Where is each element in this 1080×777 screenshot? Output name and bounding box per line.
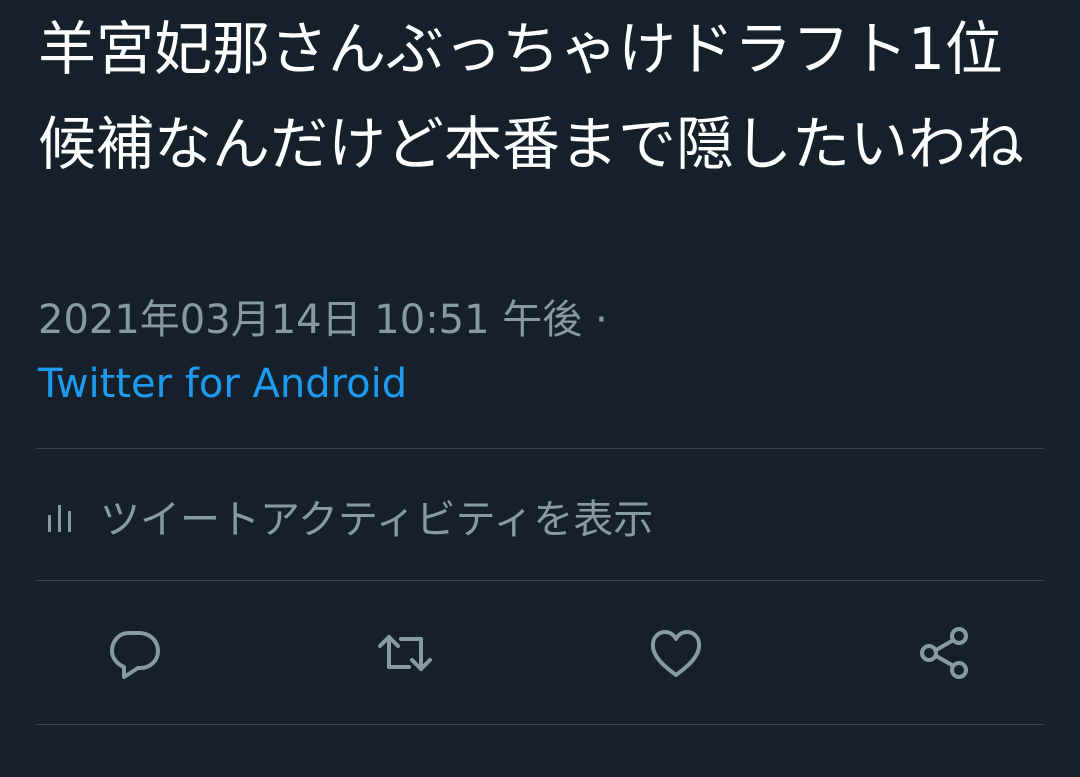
share-button[interactable] xyxy=(908,618,982,692)
retweet-icon xyxy=(375,623,435,687)
tweet-activity-label: ツイートアクティビティを表示 xyxy=(100,497,654,543)
retweet-button[interactable] xyxy=(368,618,442,692)
tweet-source[interactable]: Twitter for Android xyxy=(38,352,1048,416)
divider xyxy=(36,724,1044,725)
tweet-meta: 2021年03月14日 10:51 午後 · Twitter for Andro… xyxy=(38,288,1048,416)
tweet-activity-link[interactable]: ツイートアクティビティを表示 xyxy=(44,484,653,548)
divider xyxy=(36,580,1044,581)
tweet-timestamp[interactable]: 2021年03月14日 10:51 午後 · xyxy=(38,288,1048,352)
like-button[interactable] xyxy=(639,618,713,692)
divider xyxy=(36,448,1044,449)
share-icon xyxy=(915,623,975,687)
reply-button[interactable] xyxy=(98,618,172,692)
tweet-text: 羊宮妃那さんぶっちゃけドラフト1位候補なんだけど本番まで隠したいわね xyxy=(38,15,1025,178)
tweet-actions-bar xyxy=(0,618,1080,692)
bar-chart-icon xyxy=(44,499,78,533)
like-icon xyxy=(646,623,706,687)
reply-icon xyxy=(105,623,165,687)
